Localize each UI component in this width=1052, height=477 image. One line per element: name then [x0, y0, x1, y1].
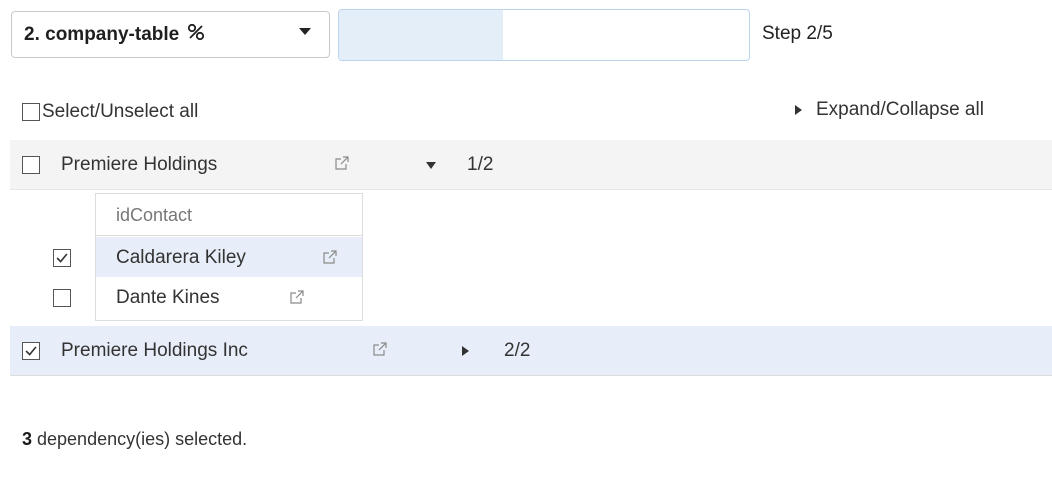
select-all-toggle[interactable]: Select/Unselect all — [22, 101, 198, 123]
chevron-down-icon — [299, 28, 311, 35]
selection-summary: 3 dependency(ies) selected. — [22, 429, 247, 450]
expand-collapse-all-label: Expand/Collapse all — [816, 99, 984, 120]
external-link-icon[interactable] — [322, 249, 338, 265]
step-select-label: 2. company-table — [24, 23, 180, 45]
expand-collapse-all-toggle[interactable]: Expand/Collapse all — [795, 99, 984, 121]
company-row: Premiere Holdings 1/2 — [10, 140, 1052, 190]
progress-fill — [339, 10, 503, 60]
external-link-icon[interactable] — [334, 155, 350, 171]
company-name: Premiere Holdings — [61, 154, 218, 175]
step-select[interactable]: 2. company-table — [11, 11, 330, 58]
select-all-label: Select/Unselect all — [42, 101, 199, 122]
external-link-icon[interactable] — [372, 341, 388, 357]
dependency-name: Caldarera Kiley — [116, 247, 246, 268]
link-icon — [187, 23, 205, 47]
selected-summary-text: dependency(ies) selected. — [32, 429, 248, 449]
table-header: idContact — [96, 194, 362, 236]
caret-right-icon — [795, 105, 802, 115]
caret-right-icon[interactable] — [462, 346, 469, 356]
dependency-checkbox[interactable] — [53, 249, 71, 267]
row-count: 2/2 — [504, 340, 531, 361]
row-count: 1/2 — [467, 154, 494, 175]
dependency-table: idContact Caldarera Kiley Dante Kines — [95, 193, 363, 321]
company-name: Premiere Holdings Inc — [61, 340, 248, 361]
dependency-name: Dante Kines — [116, 287, 220, 308]
progress-bar — [338, 9, 750, 61]
selected-count: 3 — [22, 429, 33, 449]
table-row: Dante Kines — [96, 277, 362, 317]
step-indicator: Step 2/5 — [762, 23, 833, 44]
caret-down-icon[interactable] — [426, 162, 436, 169]
external-link-icon[interactable] — [289, 289, 305, 305]
company-checkbox[interactable] — [22, 156, 40, 174]
column-header-idcontact: idContact — [116, 205, 193, 225]
company-row: Premiere Holdings Inc 2/2 — [10, 326, 1052, 376]
dependency-checkbox[interactable] — [53, 289, 71, 307]
company-checkbox[interactable] — [22, 342, 40, 360]
table-row: Caldarera Kiley — [96, 237, 362, 277]
select-all-checkbox[interactable] — [22, 103, 40, 121]
